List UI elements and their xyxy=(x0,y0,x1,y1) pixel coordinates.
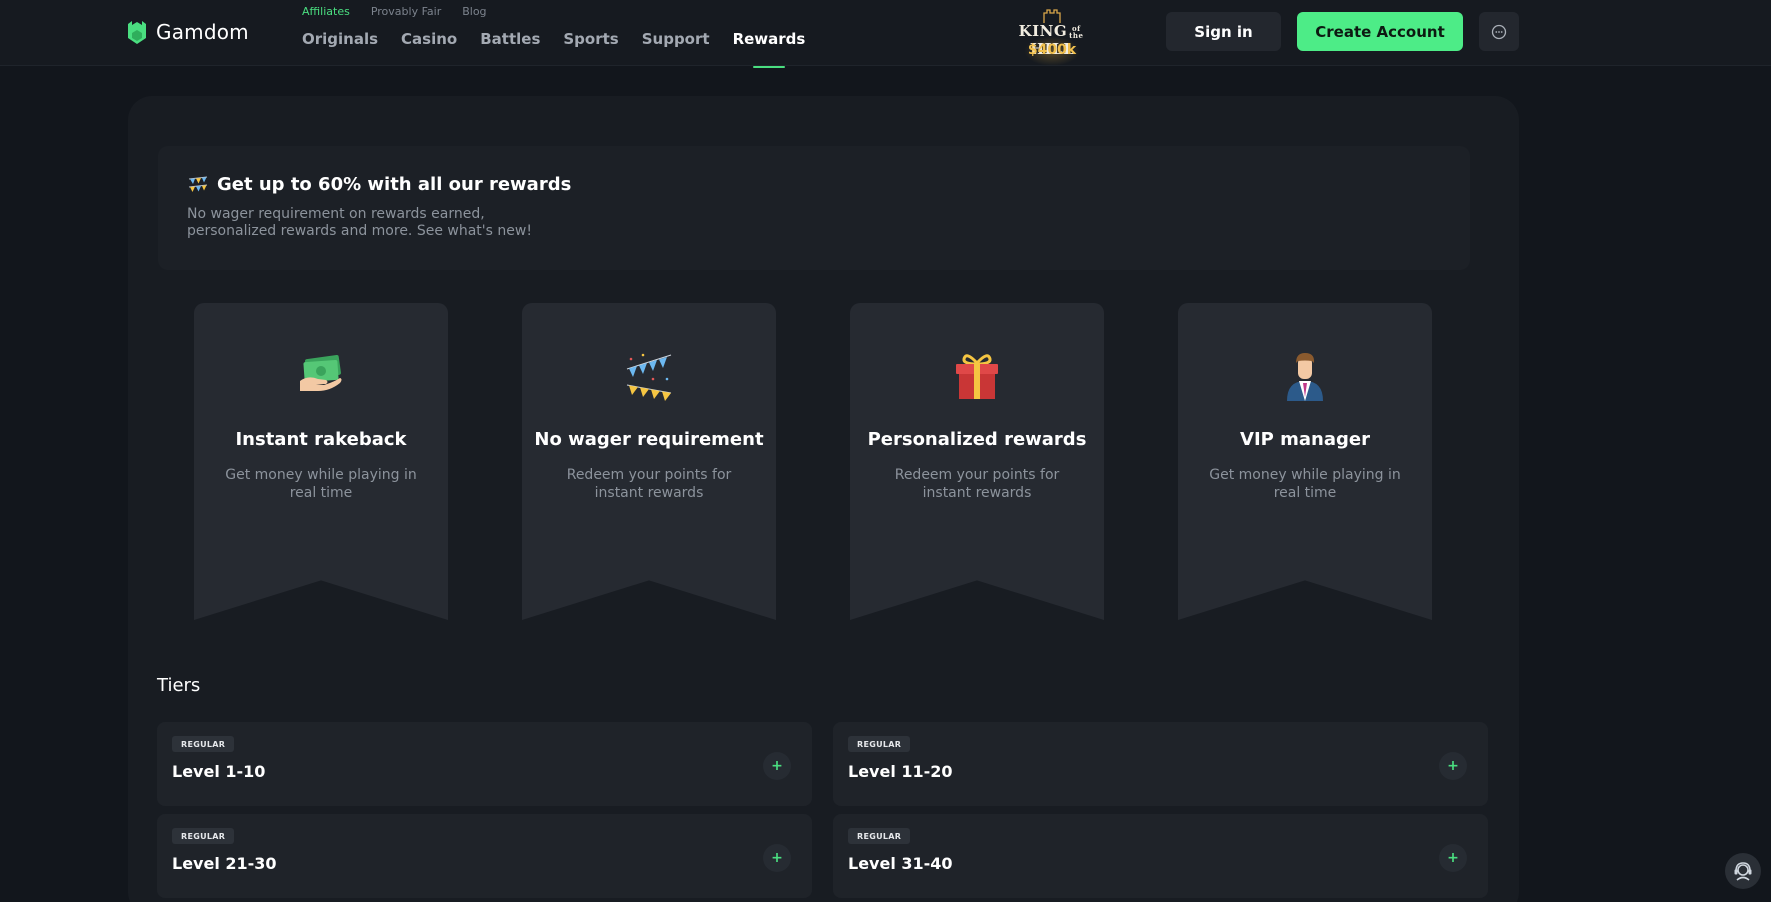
feature-card-personalized-rewards: Personalized rewards Redeem your points … xyxy=(850,303,1104,620)
brand-name: Gamdom xyxy=(156,20,249,44)
chat-button[interactable] xyxy=(1479,12,1519,51)
rewards-banner: Get up to 60% with all our rewards No wa… xyxy=(158,146,1470,270)
feature-title: Personalized rewards xyxy=(867,429,1087,450)
vip-manager-icon xyxy=(1287,353,1323,401)
feature-description: Get money while playing in real time xyxy=(225,467,417,501)
expand-plus-icon[interactable]: + xyxy=(763,752,791,780)
feature-card-vip-manager: VIP manager Get money while playing in r… xyxy=(1178,303,1432,620)
subnav-provably-fair[interactable]: Provably Fair xyxy=(371,5,441,18)
nav-rewards[interactable]: Rewards xyxy=(733,30,805,68)
feature-title: No wager requirement xyxy=(534,429,764,450)
tier-label: Level 21-30 xyxy=(172,854,277,873)
secondary-nav: Affiliates Provably Fair Blog xyxy=(302,5,487,18)
main-nav: Originals Casino Battles Sports Support … xyxy=(302,30,805,68)
party-icon xyxy=(188,176,208,192)
nav-sports[interactable]: Sports xyxy=(563,30,618,66)
expand-plus-icon[interactable]: + xyxy=(763,844,791,872)
nav-casino[interactable]: Casino xyxy=(401,30,457,66)
tier-badge: REGULAR xyxy=(848,736,911,752)
banner-title-text: Get up to 60% with all our rewards xyxy=(217,174,572,195)
feature-icon-wrap xyxy=(522,351,776,403)
nav-battles[interactable]: Battles xyxy=(480,30,540,66)
tier-card-level-1-10[interactable]: REGULAR Level 1-10 + xyxy=(157,722,812,806)
feature-card-no-wager: No wager requirement Redeem your points … xyxy=(522,303,776,620)
feature-title: Instant rakeback xyxy=(235,429,407,450)
gamdom-logo-icon xyxy=(128,21,146,44)
feature-description: Get money while playing in real time xyxy=(1209,467,1401,501)
cash-hand-icon xyxy=(300,354,342,391)
nav-originals[interactable]: Originals xyxy=(302,30,378,66)
promo-title-the: the xyxy=(1069,31,1084,40)
tier-badge: REGULAR xyxy=(848,828,911,844)
support-agent-icon xyxy=(1734,862,1752,881)
expand-plus-icon[interactable]: + xyxy=(1439,752,1467,780)
tier-card-level-11-20[interactable]: REGULAR Level 11-20 + xyxy=(833,722,1488,806)
tier-label: Level 11-20 xyxy=(848,762,953,781)
nav-support[interactable]: Support xyxy=(642,30,710,66)
gamdom-logo[interactable]: Gamdom xyxy=(126,18,249,46)
tier-label: Level 31-40 xyxy=(848,854,953,873)
promo-title-king: KING xyxy=(1018,22,1068,40)
banner-title: Get up to 60% with all our rewards xyxy=(187,174,571,195)
support-chat-fab[interactable] xyxy=(1725,853,1761,889)
tier-badge: REGULAR xyxy=(172,828,235,844)
tier-card-level-31-40[interactable]: REGULAR Level 31-40 + xyxy=(833,814,1488,898)
feature-icon-wrap xyxy=(850,351,1104,403)
sign-in-button[interactable]: Sign in xyxy=(1166,12,1281,51)
tier-card-level-21-30[interactable]: REGULAR Level 21-30 + xyxy=(157,814,812,898)
create-account-button[interactable]: Create Account xyxy=(1297,12,1463,51)
feature-title: VIP manager xyxy=(1240,429,1370,450)
feature-description: Redeem your points for instant rewards xyxy=(566,467,732,501)
subnav-affiliates[interactable]: Affiliates xyxy=(302,5,350,18)
tier-badge: REGULAR xyxy=(172,736,235,752)
tiers-heading: Tiers xyxy=(157,675,201,696)
expand-plus-icon[interactable]: + xyxy=(1439,844,1467,872)
subnav-blog[interactable]: Blog xyxy=(462,5,486,18)
chat-icon xyxy=(1491,24,1507,39)
feature-icon-wrap xyxy=(194,351,448,403)
tier-label: Level 1-10 xyxy=(172,762,266,781)
king-of-the-hill-promo[interactable]: KING of theHILL $400k xyxy=(1002,6,1102,66)
bunting-icon xyxy=(626,353,672,401)
feature-card-instant-rakeback: Instant rakeback Get money while playing… xyxy=(194,303,448,620)
feature-icon-wrap xyxy=(1178,351,1432,403)
gift-icon xyxy=(956,354,998,399)
banner-description: No wager requirement on rewards earned, … xyxy=(187,206,532,239)
feature-description: Redeem your points for instant rewards xyxy=(894,467,1060,501)
top-header: Gamdom Affiliates Provably Fair Blog Ori… xyxy=(0,0,1771,68)
promo-amount: $400k xyxy=(1027,42,1077,58)
